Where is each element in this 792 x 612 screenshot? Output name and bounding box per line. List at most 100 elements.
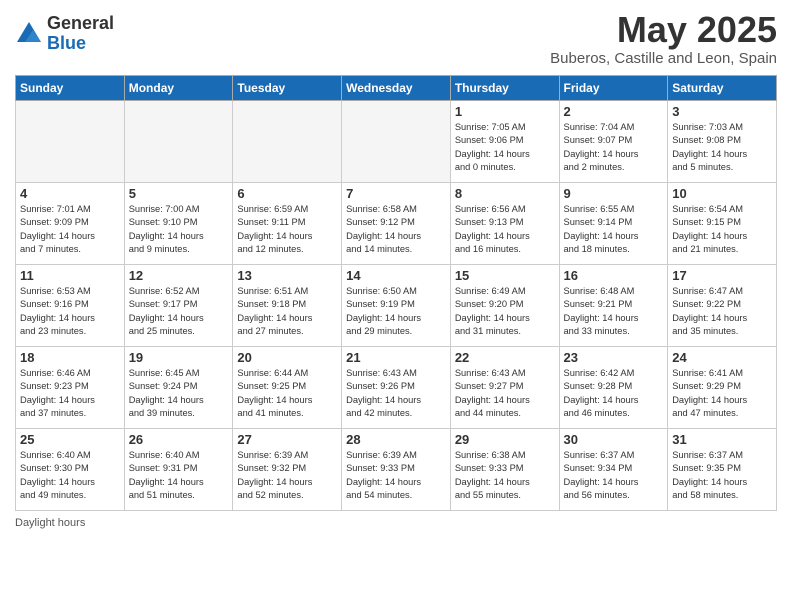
week-row-5: 25Sunrise: 6:40 AMSunset: 9:30 PMDayligh… bbox=[16, 428, 777, 510]
day-cell: 18Sunrise: 6:46 AMSunset: 9:23 PMDayligh… bbox=[16, 346, 125, 428]
day-number: 4 bbox=[20, 186, 120, 201]
day-info: Sunrise: 6:45 AMSunset: 9:24 PMDaylight:… bbox=[129, 367, 229, 421]
title-block: May 2025 Buberos, Castille and Leon, Spa… bbox=[550, 10, 777, 67]
day-number: 10 bbox=[672, 186, 772, 201]
day-number: 5 bbox=[129, 186, 229, 201]
day-info: Sunrise: 6:52 AMSunset: 9:17 PMDaylight:… bbox=[129, 285, 229, 339]
day-cell: 31 Sunrise: 6:37 AMSunset: 9:35 PMDayligh… bbox=[668, 428, 777, 510]
day-info: Sunrise: 7:00 AMSunset: 9:10 PMDaylight:… bbox=[129, 203, 229, 257]
day-number: 16 bbox=[564, 268, 664, 283]
day-cell: 19 Sunrise: 6:45 AMSunset: 9:24 PMDayligh… bbox=[124, 346, 233, 428]
day-number: 12 bbox=[129, 268, 229, 283]
day-number: 13 bbox=[237, 268, 337, 283]
day-cell: 24Sunrise: 6:41 AMSunset: 9:29 PMDayligh… bbox=[668, 346, 777, 428]
day-cell: 14Sunrise: 6:50 AMSunset: 9:19 PMDayligh… bbox=[342, 264, 451, 346]
logo-icon bbox=[15, 20, 43, 48]
day-cell: 2 Sunrise: 7:04 AMSunset: 9:07 PMDaylight… bbox=[559, 100, 668, 182]
day-info: Sunrise: 6:43 AMSunset: 9:27 PMDaylight:… bbox=[455, 367, 555, 421]
day-number: 28 bbox=[346, 432, 446, 447]
day-cell bbox=[342, 100, 451, 182]
day-cell: 23Sunrise: 6:42 AMSunset: 9:28 PMDayligh… bbox=[559, 346, 668, 428]
day-info: Sunrise: 6:39 AMSunset: 9:32 PMDaylight:… bbox=[237, 449, 337, 503]
day-cell: 9 Sunrise: 6:55 AMSunset: 9:14 PMDaylight… bbox=[559, 182, 668, 264]
day-number: 14 bbox=[346, 268, 446, 283]
day-info: Sunrise: 6:47 AMSunset: 9:22 PMDaylight:… bbox=[672, 285, 772, 339]
day-number: 19 bbox=[129, 350, 229, 365]
day-cell: 1 Sunrise: 7:05 AMSunset: 9:06 PMDaylight… bbox=[450, 100, 559, 182]
col-header-monday: Monday bbox=[124, 75, 233, 100]
day-number: 22 bbox=[455, 350, 555, 365]
day-cell: 4Sunrise: 7:01 AMSunset: 9:09 PMDaylight… bbox=[16, 182, 125, 264]
day-info: Sunrise: 6:44 AMSunset: 9:25 PMDaylight:… bbox=[237, 367, 337, 421]
col-header-saturday: Saturday bbox=[668, 75, 777, 100]
day-info: Sunrise: 7:03 AMSunset: 9:08 PMDaylight:… bbox=[672, 121, 772, 175]
day-number: 17 bbox=[672, 268, 772, 283]
page: General Blue May 2025 Buberos, Castille … bbox=[0, 0, 792, 544]
day-cell: 11Sunrise: 6:53 AMSunset: 9:16 PMDayligh… bbox=[16, 264, 125, 346]
day-number: 31 bbox=[672, 432, 772, 447]
calendar-table: SundayMondayTuesdayWednesdayThursdayFrid… bbox=[15, 75, 777, 511]
day-cell: 27 Sunrise: 6:39 AMSunset: 9:32 PMDayligh… bbox=[233, 428, 342, 510]
day-info: Sunrise: 6:41 AMSunset: 9:29 PMDaylight:… bbox=[672, 367, 772, 421]
day-info: Sunrise: 6:56 AMSunset: 9:13 PMDaylight:… bbox=[455, 203, 555, 257]
day-cell: 30 Sunrise: 6:37 AMSunset: 9:34 PMDayligh… bbox=[559, 428, 668, 510]
col-header-thursday: Thursday bbox=[450, 75, 559, 100]
day-number: 30 bbox=[564, 432, 664, 447]
week-row-3: 11Sunrise: 6:53 AMSunset: 9:16 PMDayligh… bbox=[16, 264, 777, 346]
day-number: 2 bbox=[564, 104, 664, 119]
day-cell: 25Sunrise: 6:40 AMSunset: 9:30 PMDayligh… bbox=[16, 428, 125, 510]
day-number: 25 bbox=[20, 432, 120, 447]
day-number: 26 bbox=[129, 432, 229, 447]
week-row-1: 1 Sunrise: 7:05 AMSunset: 9:06 PMDaylight… bbox=[16, 100, 777, 182]
day-cell: 10Sunrise: 6:54 AMSunset: 9:15 PMDayligh… bbox=[668, 182, 777, 264]
week-row-2: 4Sunrise: 7:01 AMSunset: 9:09 PMDaylight… bbox=[16, 182, 777, 264]
week-row-4: 18Sunrise: 6:46 AMSunset: 9:23 PMDayligh… bbox=[16, 346, 777, 428]
day-cell bbox=[124, 100, 233, 182]
day-number: 18 bbox=[20, 350, 120, 365]
day-cell: 5 Sunrise: 7:00 AMSunset: 9:10 PMDaylight… bbox=[124, 182, 233, 264]
col-header-sunday: Sunday bbox=[16, 75, 125, 100]
day-info: Sunrise: 6:40 AMSunset: 9:31 PMDaylight:… bbox=[129, 449, 229, 503]
day-info: Sunrise: 6:49 AMSunset: 9:20 PMDaylight:… bbox=[455, 285, 555, 339]
header-row: SundayMondayTuesdayWednesdayThursdayFrid… bbox=[16, 75, 777, 100]
day-info: Sunrise: 7:05 AMSunset: 9:06 PMDaylight:… bbox=[455, 121, 555, 175]
day-number: 3 bbox=[672, 104, 772, 119]
day-cell bbox=[233, 100, 342, 182]
day-cell: 20 Sunrise: 6:44 AMSunset: 9:25 PMDayligh… bbox=[233, 346, 342, 428]
footer-text: Daylight hours bbox=[15, 517, 85, 529]
day-info: Sunrise: 6:37 AMSunset: 9:35 PMDaylight:… bbox=[672, 449, 772, 503]
day-number: 6 bbox=[237, 186, 337, 201]
day-cell: 21 Sunrise: 6:43 AMSunset: 9:26 PMDayligh… bbox=[342, 346, 451, 428]
day-number: 8 bbox=[455, 186, 555, 201]
day-info: Sunrise: 6:48 AMSunset: 9:21 PMDaylight:… bbox=[564, 285, 664, 339]
day-number: 27 bbox=[237, 432, 337, 447]
day-cell: 22 Sunrise: 6:43 AMSunset: 9:27 PMDayligh… bbox=[450, 346, 559, 428]
day-number: 21 bbox=[346, 350, 446, 365]
day-info: Sunrise: 6:37 AMSunset: 9:34 PMDaylight:… bbox=[564, 449, 664, 503]
day-info: Sunrise: 6:38 AMSunset: 9:33 PMDaylight:… bbox=[455, 449, 555, 503]
day-number: 20 bbox=[237, 350, 337, 365]
day-cell: 8 Sunrise: 6:56 AMSunset: 9:13 PMDaylight… bbox=[450, 182, 559, 264]
logo-blue-text: Blue bbox=[47, 34, 114, 54]
day-info: Sunrise: 6:55 AMSunset: 9:14 PMDaylight:… bbox=[564, 203, 664, 257]
day-info: Sunrise: 6:59 AMSunset: 9:11 PMDaylight:… bbox=[237, 203, 337, 257]
day-info: Sunrise: 6:51 AMSunset: 9:18 PMDaylight:… bbox=[237, 285, 337, 339]
day-cell: 16 Sunrise: 6:48 AMSunset: 9:21 PMDayligh… bbox=[559, 264, 668, 346]
day-info: Sunrise: 7:04 AMSunset: 9:07 PMDaylight:… bbox=[564, 121, 664, 175]
day-cell: 13 Sunrise: 6:51 AMSunset: 9:18 PMDayligh… bbox=[233, 264, 342, 346]
day-cell: 17 Sunrise: 6:47 AMSunset: 9:22 PMDayligh… bbox=[668, 264, 777, 346]
day-number: 1 bbox=[455, 104, 555, 119]
day-info: Sunrise: 6:43 AMSunset: 9:26 PMDaylight:… bbox=[346, 367, 446, 421]
day-number: 9 bbox=[564, 186, 664, 201]
footer: Daylight hours bbox=[15, 517, 777, 529]
day-cell: 29Sunrise: 6:38 AMSunset: 9:33 PMDayligh… bbox=[450, 428, 559, 510]
day-cell: 26 Sunrise: 6:40 AMSunset: 9:31 PMDayligh… bbox=[124, 428, 233, 510]
day-number: 15 bbox=[455, 268, 555, 283]
day-cell: 6 Sunrise: 6:59 AMSunset: 9:11 PMDaylight… bbox=[233, 182, 342, 264]
header: General Blue May 2025 Buberos, Castille … bbox=[15, 10, 777, 67]
col-header-tuesday: Tuesday bbox=[233, 75, 342, 100]
day-cell: 12 Sunrise: 6:52 AMSunset: 9:17 PMDayligh… bbox=[124, 264, 233, 346]
day-number: 11 bbox=[20, 268, 120, 283]
day-info: Sunrise: 6:42 AMSunset: 9:28 PMDaylight:… bbox=[564, 367, 664, 421]
logo-general-text: General bbox=[47, 14, 114, 34]
